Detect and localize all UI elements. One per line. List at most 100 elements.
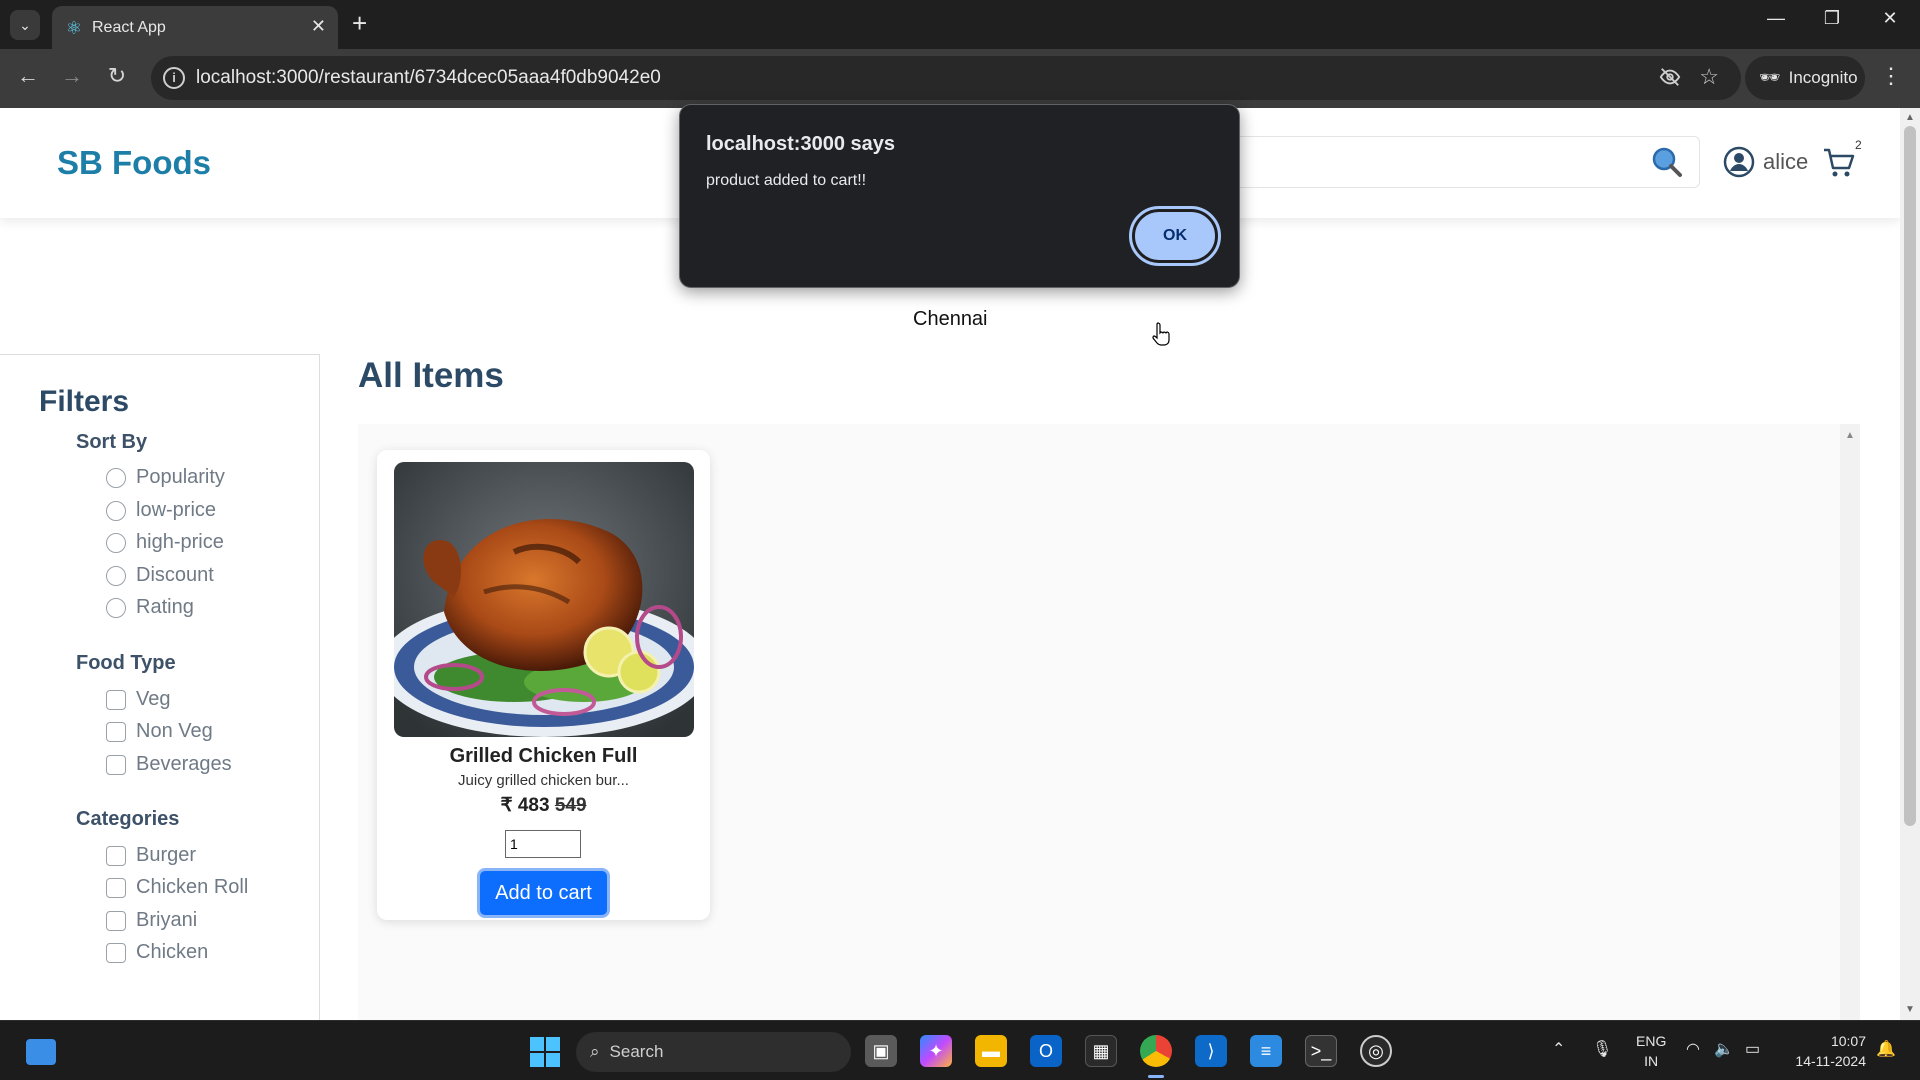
search-input[interactable] xyxy=(1200,136,1700,188)
notifications-icon[interactable]: 🔔 xyxy=(1876,1039,1896,1059)
items-scrollbar[interactable]: ▲ xyxy=(1840,424,1860,1020)
checkbox[interactable] xyxy=(106,910,126,931)
url-text[interactable]: localhost:3000/restaurant/6734dcec05aaa4… xyxy=(196,67,661,89)
quantity-input[interactable] xyxy=(505,830,581,858)
battery-icon[interactable]: ▭ xyxy=(1745,1039,1760,1059)
file-explorer-icon[interactable]: ▬ xyxy=(975,1035,1007,1067)
categories-title: Categories xyxy=(76,808,180,830)
microphone-icon[interactable]: 🎙 xyxy=(1592,1039,1612,1059)
taskbar-search[interactable]: ⌕ Search xyxy=(576,1032,851,1072)
terminal-icon[interactable]: >_ xyxy=(1305,1035,1337,1067)
windows-taskbar: ⌕ Search ▣ ✦ ▬ O ▦ ⟩ ≡ >_ ◎ ⌃ 🎙 ENG IN ◠… xyxy=(0,1020,1920,1080)
close-tab-icon[interactable]: ✕ xyxy=(311,16,326,37)
vscode-icon[interactable]: ⟩ xyxy=(1195,1035,1227,1067)
hand-cursor-icon xyxy=(1152,322,1170,346)
food-item-description: Juicy grilled chicken bur... xyxy=(458,772,629,789)
notepad-icon[interactable]: ≡ xyxy=(1250,1035,1282,1067)
filters-title: Filters xyxy=(39,385,130,418)
username: alice xyxy=(1763,149,1809,174)
incognito-badge[interactable]: 🕶 Incognito xyxy=(1745,56,1865,100)
search-icon[interactable] xyxy=(1651,146,1683,178)
ok-button[interactable]: OK xyxy=(1129,206,1221,266)
bookmark-star-icon[interactable]: ☆ xyxy=(1699,64,1719,90)
sort-by-title: Sort By xyxy=(76,431,148,453)
language-code: ENG xyxy=(1636,1033,1667,1049)
restore-icon[interactable]: ❐ xyxy=(1812,8,1852,29)
copilot-icon[interactable]: ✦ xyxy=(920,1035,952,1067)
checkbox[interactable] xyxy=(106,845,126,866)
food-type-beverages[interactable]: Beverages xyxy=(106,753,232,776)
checkbox[interactable] xyxy=(106,754,126,775)
original-price: 549 xyxy=(554,795,587,816)
radio-button[interactable] xyxy=(106,565,126,586)
back-icon[interactable]: ← xyxy=(12,63,44,89)
radio-button[interactable] xyxy=(106,500,126,521)
reload-icon[interactable]: ↻ xyxy=(101,63,133,89)
radio-button[interactable] xyxy=(106,532,126,553)
forward-icon[interactable]: → xyxy=(56,63,88,89)
radio-button[interactable] xyxy=(106,467,126,488)
tab-search-button[interactable]: ⌄ xyxy=(10,10,40,40)
scroll-down-icon[interactable]: ▼ xyxy=(1905,1004,1915,1015)
checkbox[interactable] xyxy=(106,721,126,742)
clock-date: 14-11-2024 xyxy=(1795,1053,1866,1069)
add-to-cart-button[interactable]: Add to cart xyxy=(477,868,610,918)
alert-message: product added to cart!! xyxy=(706,172,867,189)
food-type-non-veg[interactable]: Non Veg xyxy=(106,720,213,743)
browser-menu-icon[interactable]: ⋮ xyxy=(1880,63,1902,89)
browser-tab-bar: ⌄ ⚛ React App ✕ + — ❐ ✕ xyxy=(0,0,1920,49)
sort-option-popularity[interactable]: Popularity xyxy=(106,466,225,489)
food-item-price: ₹ 483 549 xyxy=(377,794,710,817)
obs-icon[interactable]: ◎ xyxy=(1360,1035,1392,1067)
sort-option-low-price[interactable]: low-price xyxy=(106,499,216,522)
user-profile[interactable]: alice xyxy=(1723,146,1808,178)
alert-title: localhost:3000 says xyxy=(706,133,895,155)
language-indicator[interactable]: ENG IN xyxy=(1636,1031,1666,1071)
sort-option-rating[interactable]: Rating xyxy=(106,596,194,619)
filters-sidebar: Filters Sort By Popularity low-price hig… xyxy=(0,354,320,1020)
taskbar-search-label: Search xyxy=(609,1042,664,1061)
widgets-icon[interactable] xyxy=(26,1039,56,1065)
close-window-icon[interactable]: ✕ xyxy=(1870,8,1910,29)
scroll-up-icon[interactable]: ▲ xyxy=(1845,430,1855,441)
outlook-icon[interactable]: O xyxy=(1030,1035,1062,1067)
category-burger[interactable]: Burger xyxy=(106,844,196,867)
system-clock[interactable]: 10:07 14-11-2024 xyxy=(1786,1031,1866,1071)
brand-logo[interactable]: SB Foods xyxy=(57,144,211,182)
food-item-card: Grilled Chicken Full Juicy grilled chick… xyxy=(377,450,710,920)
checkbox[interactable] xyxy=(106,689,126,710)
incognito-label: Incognito xyxy=(1788,68,1858,87)
sort-option-high-price[interactable]: high-price xyxy=(106,531,224,554)
cart-count-badge: 2 xyxy=(1855,138,1862,152)
checkbox[interactable] xyxy=(106,877,126,898)
wifi-icon[interactable]: ◠ xyxy=(1686,1039,1700,1059)
user-icon xyxy=(1723,146,1755,178)
address-bar[interactable]: i localhost:3000/restaurant/6734dcec05aa… xyxy=(151,56,1741,100)
food-item-image xyxy=(394,462,694,737)
scroll-up-icon[interactable]: ▲ xyxy=(1905,112,1915,123)
cart-icon[interactable] xyxy=(1822,146,1856,180)
category-chicken-roll[interactable]: Chicken Roll xyxy=(106,876,248,899)
tracking-protection-icon[interactable] xyxy=(1659,66,1681,94)
minimize-icon[interactable]: — xyxy=(1756,8,1796,29)
chrome-icon[interactable] xyxy=(1140,1035,1172,1067)
scrollbar-thumb[interactable] xyxy=(1904,126,1916,826)
food-type-veg[interactable]: Veg xyxy=(106,688,170,711)
incognito-icon: 🕶 xyxy=(1759,68,1781,87)
start-icon[interactable] xyxy=(530,1037,560,1067)
browser-tab[interactable]: ⚛ React App ✕ xyxy=(52,6,338,49)
food-item-name: Grilled Chicken Full xyxy=(449,745,638,767)
show-hidden-icons-icon[interactable]: ⌃ xyxy=(1552,1039,1565,1059)
new-tab-button[interactable]: + xyxy=(352,8,367,39)
radio-button[interactable] xyxy=(106,597,126,618)
react-icon: ⚛ xyxy=(65,18,83,38)
task-view-icon[interactable]: ▣ xyxy=(865,1035,897,1067)
checkbox[interactable] xyxy=(106,942,126,963)
volume-icon[interactable]: 🔈 xyxy=(1714,1039,1734,1059)
site-info-icon[interactable]: i xyxy=(163,67,185,89)
microsoft-store-icon[interactable]: ▦ xyxy=(1085,1035,1117,1067)
page-scrollbar[interactable]: ▲ ▼ xyxy=(1900,108,1920,1020)
category-chicken[interactable]: Chicken xyxy=(106,941,208,964)
sort-option-discount[interactable]: Discount xyxy=(106,564,214,587)
category-briyani[interactable]: Briyani xyxy=(106,909,197,932)
